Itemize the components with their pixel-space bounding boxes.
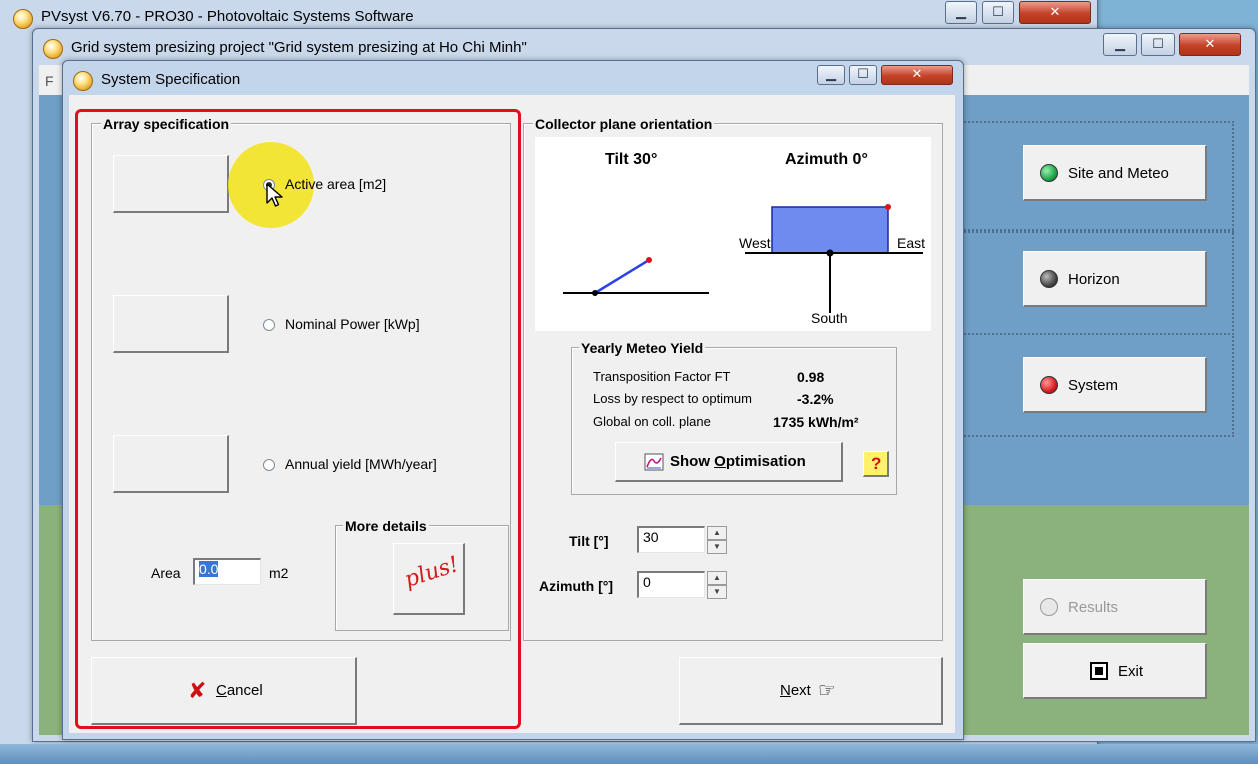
horizon-label: Horizon [1068, 271, 1120, 288]
orientation-diagram: Tilt 30° Azimuth 0° West East South [535, 137, 931, 331]
horizon-button[interactable]: Horizon [1023, 251, 1207, 307]
project-window-title: Grid system presizing project "Grid syst… [71, 39, 527, 56]
chart-graph-icon [644, 453, 664, 471]
main-minimize-button[interactable]: ▁ [945, 1, 977, 24]
next-label: Next [780, 682, 811, 699]
east-label: East [897, 235, 926, 251]
help-question-icon: ? [871, 454, 882, 473]
orientation-drawing [563, 204, 923, 313]
results-button[interactable]: Results [1023, 579, 1207, 635]
pointing-hand-icon: ☞ [818, 680, 836, 702]
dialog-minimize-button[interactable]: ▁ [817, 65, 845, 85]
meteo-yield-legend: Yearly Meteo Yield [579, 340, 706, 356]
help-button[interactable]: ? [863, 451, 889, 477]
project-close-button[interactable]: ✕ [1179, 33, 1241, 56]
azimuth-input[interactable]: 0 [637, 571, 705, 598]
site-meteo-label: Site and Meteo [1068, 165, 1169, 182]
azimuth-input-label: Azimuth [°] [539, 578, 614, 594]
tilt-input-label: Tilt [°] [569, 533, 609, 549]
dialog-close-button[interactable]: ✕ [881, 65, 953, 85]
results-disabled-icon [1040, 598, 1058, 616]
main-close-button[interactable]: ✕ [1019, 1, 1091, 24]
azimuth-spin-down-icon: ▼ [707, 585, 727, 599]
west-label: West [739, 235, 771, 251]
system-spec-dialog: System Specification ▁ ☐ ✕ Array specifi… [62, 60, 964, 740]
dialog-icon [73, 71, 93, 91]
main-window-title: PVsyst V6.70 - PRO30 - Photovoltaic Syst… [41, 8, 414, 25]
loss-optimum-value: -3.2% [797, 391, 834, 407]
exit-icon [1090, 662, 1108, 680]
dialog-client-area: Array specification Active area [m2] Nom… [69, 95, 955, 733]
global-plane-value: 1735 kWh/m² [773, 414, 859, 430]
results-label: Results [1068, 599, 1119, 616]
azimuth-spin-up-icon: ▲ [707, 571, 727, 585]
orientation-legend: Collector plane orientation [533, 116, 715, 132]
system-label: System [1068, 377, 1119, 394]
south-label: South [811, 310, 848, 326]
main-maximize-button[interactable]: ☐ [982, 1, 1014, 24]
status-led-gray-icon [1040, 270, 1058, 288]
project-window-icon [43, 39, 63, 59]
exit-label: Exit [1118, 663, 1144, 680]
tilt-spinner[interactable]: ▲ ▼ [707, 526, 727, 554]
pvsyst-app-icon [13, 9, 33, 29]
global-plane-label: Global on coll. plane [593, 414, 711, 429]
status-led-red-icon [1040, 376, 1058, 394]
annotation-red-frame [75, 109, 521, 729]
dialog-title: System Specification [101, 71, 241, 88]
dialog-maximize-button[interactable]: ☐ [849, 65, 877, 85]
tilt-input[interactable]: 30 [637, 526, 705, 553]
site-meteo-button[interactable]: Site and Meteo [1023, 145, 1207, 201]
project-minimize-button[interactable]: ▁ [1103, 33, 1137, 56]
show-optimisation-label: Show Optimisation [670, 453, 806, 470]
azimuth-spinner[interactable]: ▲ ▼ [707, 571, 727, 599]
next-button[interactable]: Next ☞ [679, 657, 943, 725]
transposition-factor-value: 0.98 [797, 369, 825, 385]
project-maximize-button[interactable]: ☐ [1141, 33, 1175, 56]
status-led-green-icon [1040, 164, 1058, 182]
taskbar-strip [0, 744, 1258, 764]
show-optimisation-button[interactable]: Show Optimisation [615, 442, 843, 482]
loss-optimum-label: Loss by respect to optimum [593, 391, 752, 406]
exit-button[interactable]: Exit [1023, 643, 1207, 699]
transposition-factor-label: Transposition Factor FT [593, 369, 731, 384]
tilt-spin-up-icon: ▲ [707, 526, 727, 540]
project-menu-letter: F [45, 73, 54, 89]
tilt-spin-down-icon: ▼ [707, 540, 727, 554]
system-button[interactable]: System [1023, 357, 1207, 413]
